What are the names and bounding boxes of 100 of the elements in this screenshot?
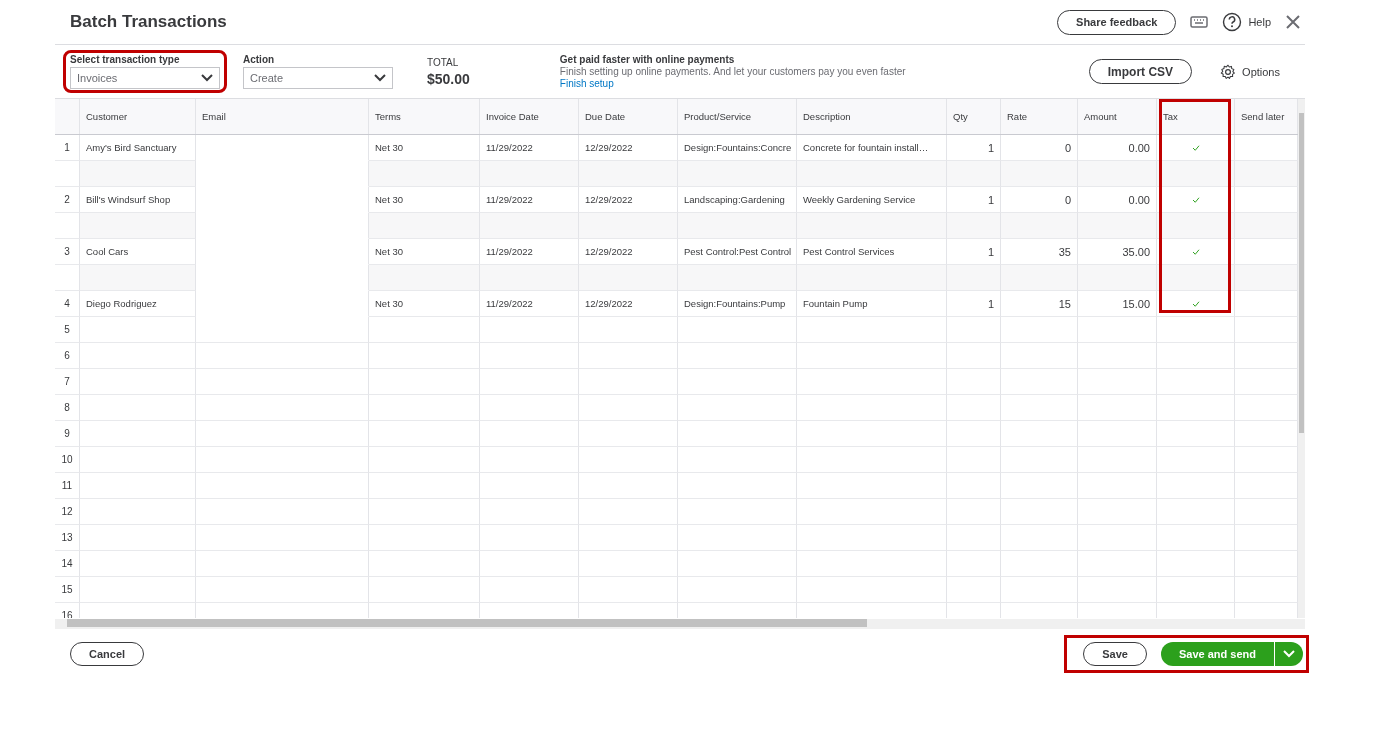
table-cell[interactable] [947, 317, 1001, 343]
table-cell[interactable] [480, 577, 579, 603]
table-cell[interactable] [480, 161, 579, 187]
table-cell[interactable] [80, 421, 196, 447]
table-cell[interactable] [1235, 213, 1298, 239]
table-cell[interactable]: 15 [1001, 291, 1078, 317]
table-cell[interactable] [369, 161, 480, 187]
table-cell[interactable] [1001, 525, 1078, 551]
help-icon[interactable] [1222, 12, 1243, 32]
table-cell[interactable] [80, 525, 196, 551]
dropdown-button[interactable] [1274, 642, 1303, 666]
table-cell[interactable] [1001, 447, 1078, 473]
table-cell[interactable] [480, 421, 579, 447]
table-cell[interactable] [369, 395, 480, 421]
table-cell[interactable] [579, 395, 678, 421]
table-cell[interactable] [80, 343, 196, 369]
table-cell[interactable] [678, 369, 797, 395]
table-cell[interactable] [1078, 499, 1157, 525]
table-cell[interactable] [80, 369, 196, 395]
vertical-scrollbar[interactable] [1298, 99, 1305, 618]
table-cell[interactable] [1157, 421, 1235, 447]
table-cell[interactable] [1078, 369, 1157, 395]
table-cell[interactable] [1157, 473, 1235, 499]
table-cell[interactable] [1157, 525, 1235, 551]
table-cell[interactable] [1157, 395, 1235, 421]
transaction-type-dropdown[interactable]: Invoices [70, 67, 220, 89]
table-cell[interactable]: 1 [947, 291, 1001, 317]
table-cell[interactable] [579, 551, 678, 577]
table-cell[interactable] [196, 369, 369, 395]
table-cell[interactable] [80, 551, 196, 577]
table-cell[interactable] [797, 161, 947, 187]
table-cell[interactable] [1078, 317, 1157, 343]
table-cell[interactable] [947, 473, 1001, 499]
table-cell[interactable] [80, 213, 196, 239]
table-cell[interactable]: 11/29/2022 [480, 291, 579, 317]
table-cell[interactable] [579, 161, 678, 187]
table-cell[interactable] [1001, 265, 1078, 291]
table-cell[interactable] [797, 213, 947, 239]
table-cell[interactable] [678, 473, 797, 499]
table-cell[interactable] [196, 473, 369, 499]
table-cell[interactable] [1001, 499, 1078, 525]
table-cell[interactable] [1078, 213, 1157, 239]
table-cell[interactable] [1078, 525, 1157, 551]
table-cell[interactable] [1157, 551, 1235, 577]
table-cell[interactable] [1157, 291, 1235, 317]
table-cell[interactable]: Net 30 [369, 291, 480, 317]
table-cell[interactable] [797, 551, 947, 577]
table-cell[interactable] [369, 447, 480, 473]
table-cell[interactable] [947, 343, 1001, 369]
table-cell[interactable] [797, 525, 947, 551]
table-cell[interactable] [678, 447, 797, 473]
action-dropdown[interactable]: Create [243, 66, 393, 89]
table-cell[interactable] [1001, 317, 1078, 343]
table-cell[interactable]: 12/29/2022 [579, 291, 678, 317]
share-feedback-button[interactable]: Share feedback [1057, 9, 1177, 35]
table-cell[interactable] [80, 265, 196, 291]
table-cell[interactable] [1001, 551, 1078, 577]
table-cell[interactable] [1078, 447, 1157, 473]
table-cell[interactable] [797, 265, 947, 291]
table-cell[interactable] [196, 343, 369, 369]
table-cell[interactable] [579, 343, 678, 369]
help-link[interactable]: Help [1248, 16, 1271, 28]
table-cell[interactable] [1078, 395, 1157, 421]
table-cell[interactable] [579, 499, 678, 525]
table-cell[interactable] [480, 525, 579, 551]
import-csv-button[interactable]: Import CSV [1088, 59, 1193, 84]
table-cell[interactable] [196, 551, 369, 577]
table-cell[interactable] [369, 473, 480, 499]
table-cell[interactable] [480, 395, 579, 421]
table-cell[interactable] [1078, 343, 1157, 369]
table-cell[interactable] [1157, 499, 1235, 525]
table-cell[interactable] [947, 213, 1001, 239]
table-cell[interactable] [797, 473, 947, 499]
table-cell[interactable] [480, 369, 579, 395]
table-cell[interactable] [579, 213, 678, 239]
table-cell[interactable] [579, 421, 678, 447]
table-cell[interactable] [369, 369, 480, 395]
table-cell[interactable] [1001, 577, 1078, 603]
table-cell[interactable] [1001, 161, 1078, 187]
table-cell[interactable] [1001, 395, 1078, 421]
save-button[interactable]: Save [1083, 642, 1147, 666]
table-cell[interactable] [1078, 551, 1157, 577]
table-cell[interactable] [480, 317, 579, 343]
table-cell[interactable] [797, 395, 947, 421]
table-cell[interactable] [1078, 161, 1157, 187]
table-cell[interactable] [947, 265, 1001, 291]
table-cell[interactable] [369, 577, 480, 603]
table-cell[interactable] [579, 447, 678, 473]
table-cell[interactable] [1157, 577, 1235, 603]
table-cell[interactable] [797, 421, 947, 447]
table-cell[interactable] [80, 577, 196, 603]
table-cell[interactable] [678, 343, 797, 369]
table-cell[interactable] [1157, 213, 1235, 239]
table-cell[interactable] [797, 577, 947, 603]
table-cell[interactable] [1001, 343, 1078, 369]
table-cell[interactable] [196, 447, 369, 473]
table-cell[interactable] [797, 317, 947, 343]
table-cell[interactable] [579, 473, 678, 499]
table-cell[interactable] [579, 265, 678, 291]
table-cell[interactable] [480, 473, 579, 499]
